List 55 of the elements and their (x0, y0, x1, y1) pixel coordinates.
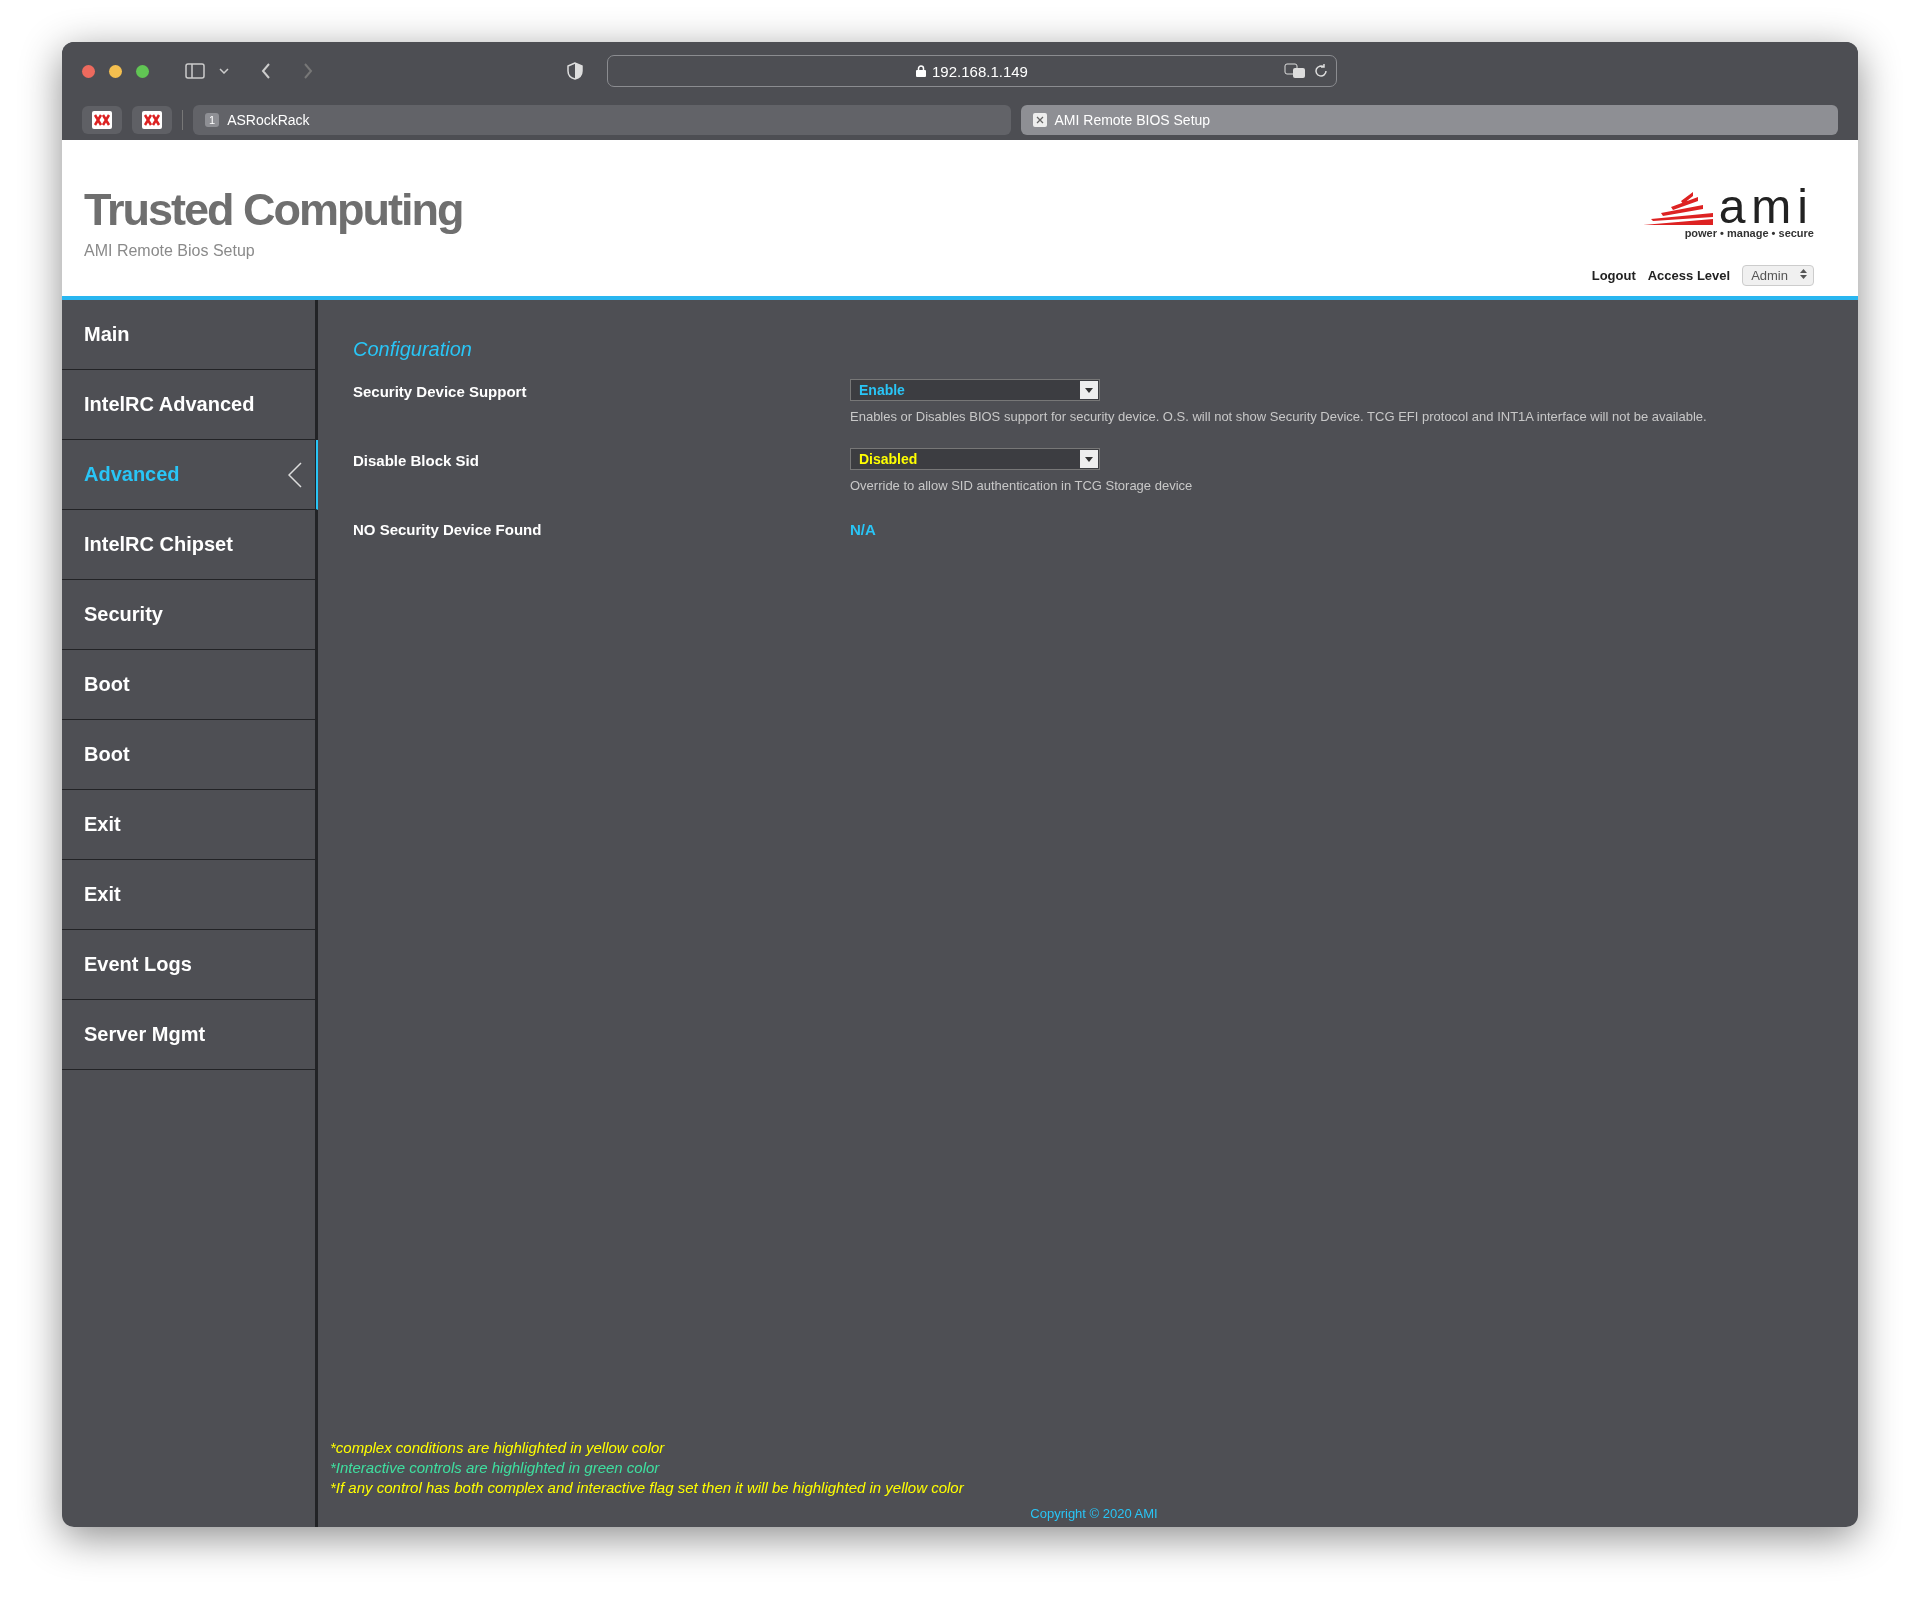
sidebar-item[interactable]: IntelRC Chipset (62, 510, 315, 580)
tab-group-badge: 1 (205, 113, 220, 127)
setting-select[interactable]: Disabled (850, 448, 1100, 470)
translate-icon[interactable] (1284, 63, 1306, 79)
setting-label: Disable Block Sid (353, 451, 480, 471)
favicon-icon (142, 111, 162, 129)
setting-label: NO Security Device Found (353, 520, 543, 540)
reload-icon[interactable] (1314, 64, 1328, 78)
legend-note: *Interactive controls are highlighted in green color (330, 1459, 661, 1476)
legend-note: *If any control has both complex and interactive flag set then it will be highlighted in yellow color (330, 1479, 965, 1496)
shield-icon[interactable] (567, 62, 583, 80)
logo-text: ami (1718, 187, 1814, 227)
favicon-icon (92, 111, 112, 129)
pinned-tab[interactable] (82, 106, 122, 134)
setting-select[interactable]: Enable (850, 379, 1100, 401)
caret-icon (1085, 456, 1093, 462)
sidebar-item[interactable]: Server Mgmt (62, 1000, 315, 1070)
page-title: Trusted Computing (84, 184, 463, 236)
section-heading: Configuration (353, 338, 473, 361)
caret-icon (1085, 387, 1093, 393)
access-level-label: Access Level (1647, 268, 1731, 283)
updown-icon (1800, 268, 1807, 280)
chevron-down-icon[interactable] (219, 68, 229, 74)
close-window-icon[interactable] (82, 64, 95, 78)
sidebar-item[interactable]: Event Logs (62, 930, 315, 1000)
access-level-select[interactable]: Admin (1742, 265, 1814, 286)
sidebar-item[interactable]: Boot (62, 720, 315, 790)
legend-note: *complex conditions are highlighted in yellow color (330, 1439, 666, 1456)
lock-icon (916, 65, 927, 77)
tab-title: ASRockRack (227, 112, 310, 128)
setting-value: N/A (850, 520, 877, 538)
sidebar-item[interactable]: Main (62, 300, 315, 370)
setting-help: Enables or Disables BIOS support for security device. O.S. will not show Security Device. TCG EFI protocol and INT1A interface will not be available. (850, 409, 1708, 424)
copyright: Copyright © 2020 AMI (1030, 1506, 1158, 1521)
sidebar-icon[interactable] (185, 63, 205, 79)
page-subtitle: AMI Remote Bios Setup (84, 242, 256, 260)
minimize-window-icon[interactable] (109, 64, 122, 78)
logo-tagline: power • manage • secure (1684, 227, 1814, 239)
zoom-window-icon[interactable] (136, 64, 149, 78)
back-icon[interactable] (261, 63, 271, 79)
logout-link[interactable]: Logout (1591, 268, 1636, 283)
close-tab-icon[interactable] (1032, 113, 1047, 127)
sidebar-item[interactable]: Exit (62, 860, 315, 930)
browser-tab[interactable]: 1 ASRockRack (193, 105, 1011, 135)
sidebar-item[interactable]: Exit (62, 790, 315, 860)
setting-help: Override to allow SID authentication in TCG Storage device (850, 478, 1194, 493)
sidebar-item[interactable]: Advanced (62, 440, 318, 510)
sidebar-item[interactable]: Boot (62, 650, 315, 720)
chevron-left-icon (288, 461, 302, 488)
pinned-tab[interactable] (132, 106, 172, 134)
setting-label: Security Device Support (353, 382, 528, 402)
address-bar[interactable]: 192.168.1.149 (607, 55, 1337, 87)
sidebar-item[interactable]: Security (62, 580, 315, 650)
tab-title: AMI Remote BIOS Setup (1054, 112, 1211, 128)
sidebar-item[interactable]: IntelRC Advanced (62, 370, 315, 440)
